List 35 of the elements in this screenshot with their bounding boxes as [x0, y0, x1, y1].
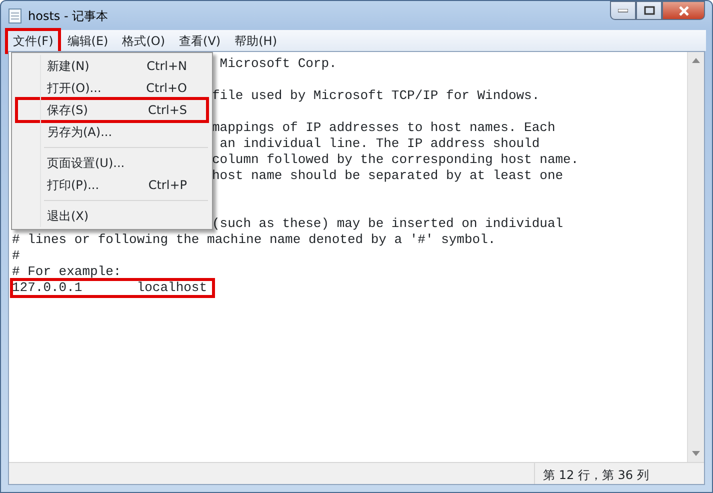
text-line: # For example:	[12, 264, 122, 280]
vertical-scrollbar[interactable]	[687, 52, 704, 462]
menu-entry[interactable]: 打印(P)... Ctrl+P	[17, 174, 207, 196]
text-line: (such as these) may be inserted on individual	[212, 216, 564, 232]
notepad-icon	[8, 8, 22, 24]
text-line: 127.0.0.1 localhost	[12, 280, 214, 296]
text-line: host name should be separated by at least one	[212, 168, 564, 184]
menu-item[interactable]: 文件(F)	[7, 30, 60, 52]
minimize-icon	[618, 8, 628, 12]
window-title: hosts - 记事本	[28, 8, 108, 24]
text-line: column followed by the corresponding host name.	[212, 152, 579, 168]
menu-entry[interactable]: 另存为(A)...	[17, 121, 207, 143]
menu-item[interactable]: 格式(O)	[116, 30, 172, 52]
text-line: file used by Microsoft TCP/IP for Windows.	[212, 88, 540, 104]
menu-entry[interactable]: 保存(S) Ctrl+S	[17, 99, 207, 121]
menu-entry[interactable]: 退出(X)	[17, 205, 207, 227]
text-line: mappings of IP addresses to host names. Each	[212, 120, 556, 136]
menu-item[interactable]: 帮助(H)	[228, 30, 283, 52]
close-icon	[678, 6, 690, 16]
scroll-down-icon[interactable]	[692, 451, 700, 456]
close-button[interactable]	[662, 1, 705, 20]
menu-entry[interactable]: 页面设置(U)...	[17, 152, 207, 174]
menu-item[interactable]: 编辑(E)	[61, 30, 114, 52]
minimize-button[interactable]	[610, 1, 636, 20]
menu-entry[interactable]: 新建(N) Ctrl+N	[17, 55, 207, 77]
scroll-up-icon[interactable]	[692, 58, 700, 63]
maximize-button[interactable]	[636, 1, 662, 20]
menu-entry[interactable]: 打开(O)... Ctrl+O	[17, 77, 207, 99]
maximize-icon	[644, 6, 654, 15]
text-line: # lines or following the machine name denoted by a '#' symbol.	[12, 232, 496, 248]
text-line: an individual line. The IP address should	[218, 136, 540, 152]
menu-item[interactable]: 查看(V)	[173, 30, 227, 52]
text-line: Microsoft Corp.	[218, 56, 337, 72]
cursor-position: 第 12 行，第 36 列	[534, 463, 704, 484]
text-line: #	[12, 248, 20, 264]
